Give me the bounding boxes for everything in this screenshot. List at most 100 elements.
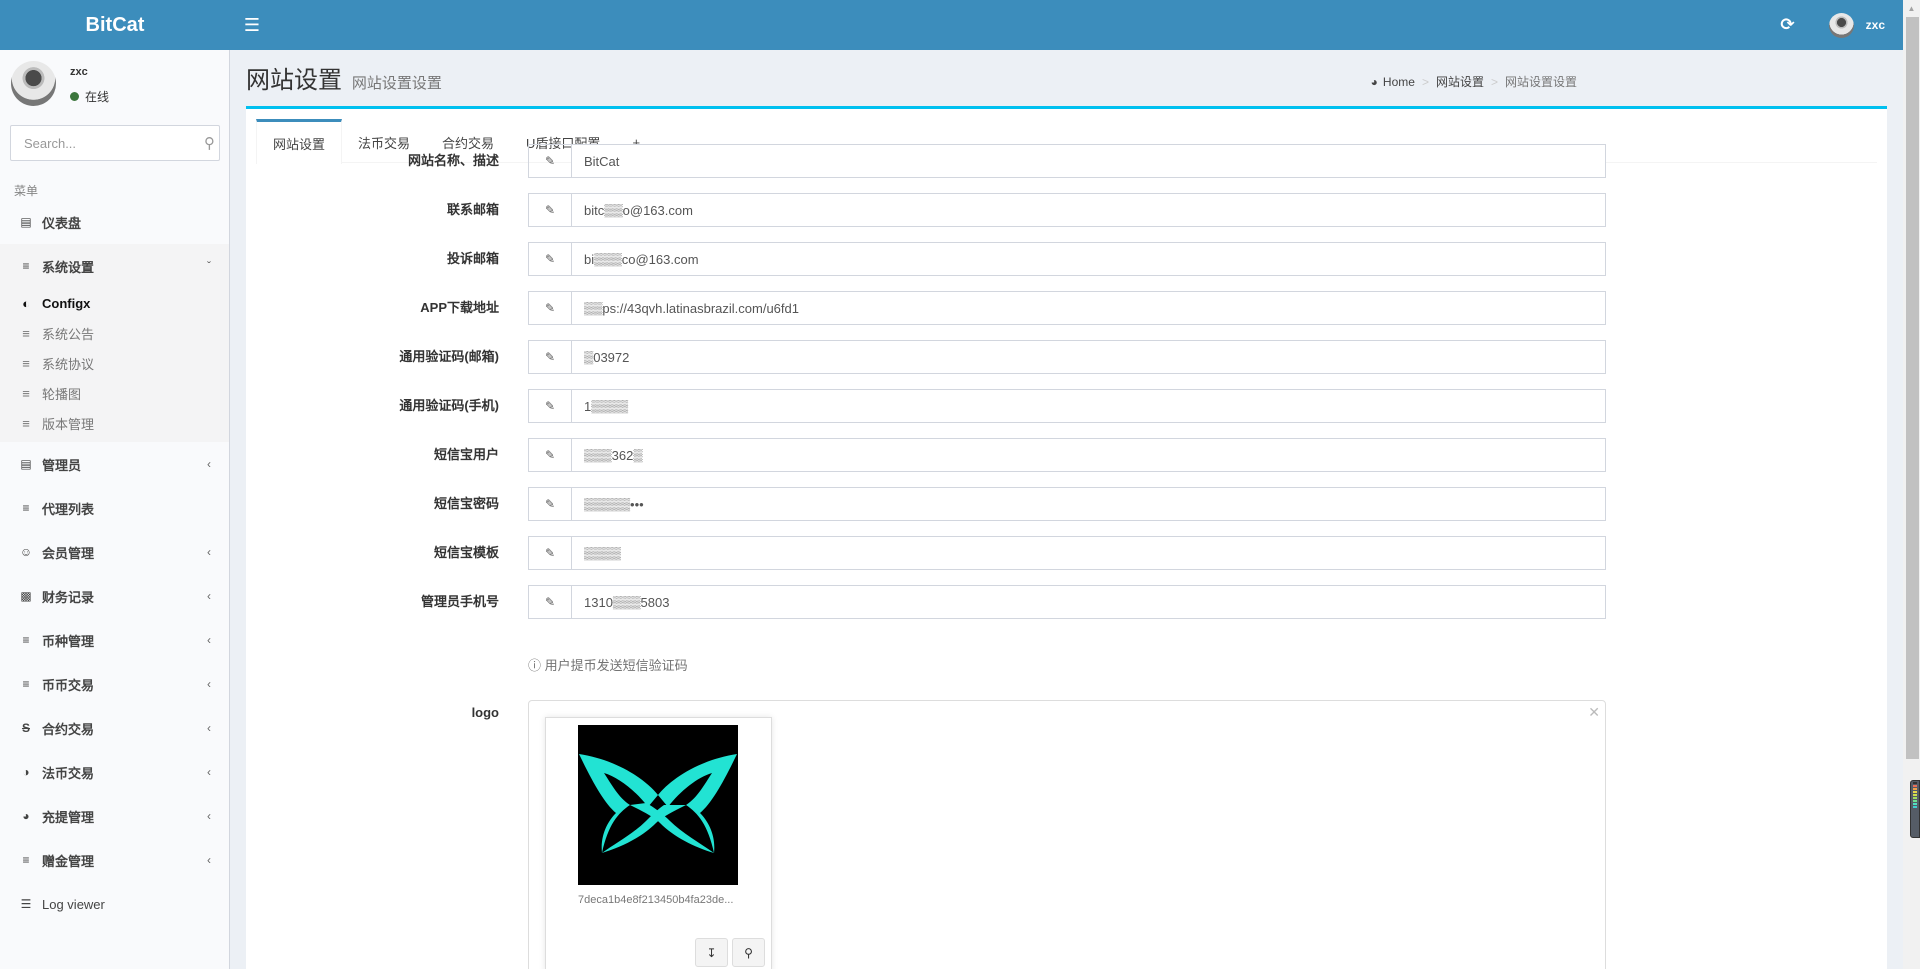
page-title: 网站设置 — [246, 67, 342, 94]
close-icon[interactable]: ✕ — [1588, 704, 1600, 721]
sidebar-item-dashboard[interactable]: ▤ 仪表盘 — [0, 200, 229, 244]
sidebar-item-fiat-trading[interactable]: ◑ 法币交易 ‹ — [0, 750, 229, 794]
sidebar-item-finance[interactable]: ▩ 财务记录 ‹ — [0, 574, 229, 618]
sidebar-search: ⚲ — [10, 125, 220, 161]
sidebar-item-label: 币币交易 — [42, 677, 95, 693]
top-navbar: BitCat ☰ ⟳ zxc — [0, 0, 1903, 50]
search-icon[interactable]: ⚲ — [200, 134, 219, 152]
sidebar-item-label: 法币交易 — [42, 765, 95, 781]
chevron-left-icon: ‹ — [207, 853, 211, 867]
input-group: ✎ — [528, 536, 1606, 570]
help-text: ⓘ 用户提币发送短信验证码 — [528, 655, 688, 674]
scroll-up-icon[interactable]: ▲ — [1903, 0, 1920, 17]
user-status-label: 在线 — [85, 90, 110, 104]
breadcrumb: ◕ Home > 网站设置 > 网站设置设置 — [1371, 73, 1577, 90]
sidebar-menu: ▤ 仪表盘 ≡ 系统设置 ˇ ◐ Configx ≡ 系统公告 ≡ 系统协议 ≡… — [0, 200, 229, 926]
pencil-icon: ✎ — [529, 292, 572, 324]
info-circle-icon: ⓘ — [528, 658, 542, 673]
setting-input[interactable] — [572, 194, 1605, 226]
chevron-left-icon: ‹ — [207, 545, 211, 559]
bars-icon: ≡ — [22, 677, 30, 691]
sidebar-item-spot-trading[interactable]: ≡ 币币交易 ‹ — [0, 662, 229, 706]
sidebar-subitem-announcement[interactable]: ≡ 系统公告 — [0, 318, 229, 348]
setting-input[interactable] — [572, 537, 1605, 569]
setting-input[interactable] — [572, 586, 1605, 618]
sidebar-item-label: 充提管理 — [42, 809, 95, 825]
sidebar-item-label: 合约交易 — [42, 721, 95, 737]
toggle-on-icon: ◐ — [22, 295, 30, 311]
breadcrumb-site-settings[interactable]: 网站设置 — [1436, 73, 1484, 90]
download-button[interactable]: ↧ — [695, 938, 728, 967]
setting-input[interactable] — [572, 292, 1605, 324]
sidebar-subitem-agreement[interactable]: ≡ 系统协议 — [0, 348, 229, 378]
sidebar-item-log-viewer[interactable]: ☰ Log viewer — [0, 882, 229, 926]
form-row: 联系邮箱 ✎ — [246, 193, 1887, 227]
pencil-icon: ✎ — [529, 341, 572, 373]
bars-icon: ≡ — [22, 355, 30, 371]
sidebar-subitem-version[interactable]: ≡ 版本管理 — [0, 408, 229, 438]
setting-input[interactable] — [572, 243, 1605, 275]
search-input[interactable] — [11, 135, 200, 151]
chevron-left-icon: ‹ — [207, 589, 211, 603]
setting-input[interactable] — [572, 145, 1605, 177]
sidebar-item-label: 轮播图 — [42, 386, 82, 402]
sidebar-item-system-settings[interactable]: ≡ 系统设置 ˇ — [0, 244, 229, 288]
pencil-icon: ✎ — [529, 439, 572, 471]
sidebar-item-admins[interactable]: ▤ 管理员 ‹ — [0, 442, 229, 486]
bars-icon: ≡ — [22, 853, 30, 867]
sidebar-item-label: 赠金管理 — [42, 853, 95, 869]
chevron-left-icon: ‹ — [207, 457, 211, 471]
setting-input[interactable] — [572, 439, 1605, 471]
sidebar-item-label: 管理员 — [42, 457, 82, 473]
sidebar-item-label: 会员管理 — [42, 545, 95, 561]
breadcrumb-separator: > — [1421, 74, 1429, 89]
sidebar-item-label: 币种管理 — [42, 633, 95, 649]
sidebar-subitem-carousel[interactable]: ≡ 轮播图 — [0, 378, 229, 408]
pencil-icon: ✎ — [529, 537, 572, 569]
setting-input[interactable] — [572, 390, 1605, 422]
chevron-left-icon: ‹ — [207, 765, 211, 779]
money-icon: ▩ — [20, 589, 32, 603]
sidebar-item-agents[interactable]: ≡ 代理列表 — [0, 486, 229, 530]
adjust-icon: ◑ — [22, 765, 30, 779]
help-text-label: 用户提币发送短信验证码 — [544, 658, 688, 673]
download-icon: ↧ — [706, 945, 717, 960]
brand-logo[interactable]: BitCat — [0, 0, 230, 50]
sidebar-item-label: 仪表盘 — [42, 215, 82, 231]
sidebar-item-label: 系统设置 — [42, 259, 95, 275]
logo-preview-card: 7deca1b4e8f213450b4fa23de... ↧ ⚲ — [545, 717, 772, 969]
sidebar-item-label: Configx — [42, 295, 91, 311]
menu-header: 菜单 — [14, 184, 39, 198]
user-menu[interactable]: zxc — [1828, 12, 1885, 38]
sidebar-item-contract-trading[interactable]: S 合约交易 ‹ — [0, 706, 229, 750]
sidebar-item-bonus[interactable]: ≡ 赠金管理 ‹ — [0, 838, 229, 882]
field-label: 网站名称、描述 — [407, 153, 499, 168]
form-row: 通用验证码(手机) ✎ — [246, 389, 1887, 423]
zoom-in-icon: ⚲ — [744, 945, 753, 960]
chevron-left-icon: ‹ — [207, 633, 211, 647]
sidebar-item-coins[interactable]: ≡ 币种管理 ‹ — [0, 618, 229, 662]
sidebar-item-members[interactable]: ☺ 会员管理 ‹ — [0, 530, 229, 574]
sidebar-item-deposit-withdraw[interactable]: ◕ 充提管理 ‹ — [0, 794, 229, 838]
sidebar-subitem-configx[interactable]: ◐ Configx — [0, 288, 229, 318]
setting-input[interactable] — [572, 341, 1605, 373]
refresh-icon[interactable]: ⟳ — [1780, 15, 1794, 35]
scrollbar-thumb[interactable] — [1906, 17, 1919, 759]
zoom-button[interactable]: ⚲ — [732, 938, 765, 967]
breadcrumb-separator: > — [1490, 74, 1498, 89]
pencil-icon: ✎ — [529, 390, 572, 422]
user-name: zxc — [1865, 18, 1885, 32]
input-group: ✎ — [528, 291, 1606, 325]
field-label: 投诉邮箱 — [446, 251, 499, 266]
bars-icon: ≡ — [22, 501, 30, 515]
sidebar-toggle-button[interactable]: ☰ — [230, 0, 274, 50]
chevron-down-icon: ˇ — [207, 259, 211, 273]
meter-widget[interactable] — [1910, 780, 1920, 838]
dashboard-icon: ◕ — [1370, 74, 1378, 89]
setting-input[interactable] — [572, 488, 1605, 520]
pencil-icon: ✎ — [529, 488, 572, 520]
input-group: ✎ — [528, 242, 1606, 276]
butterfly-logo-icon — [579, 754, 737, 853]
breadcrumb-home[interactable]: Home — [1383, 75, 1415, 89]
pencil-icon: ✎ — [529, 243, 572, 275]
